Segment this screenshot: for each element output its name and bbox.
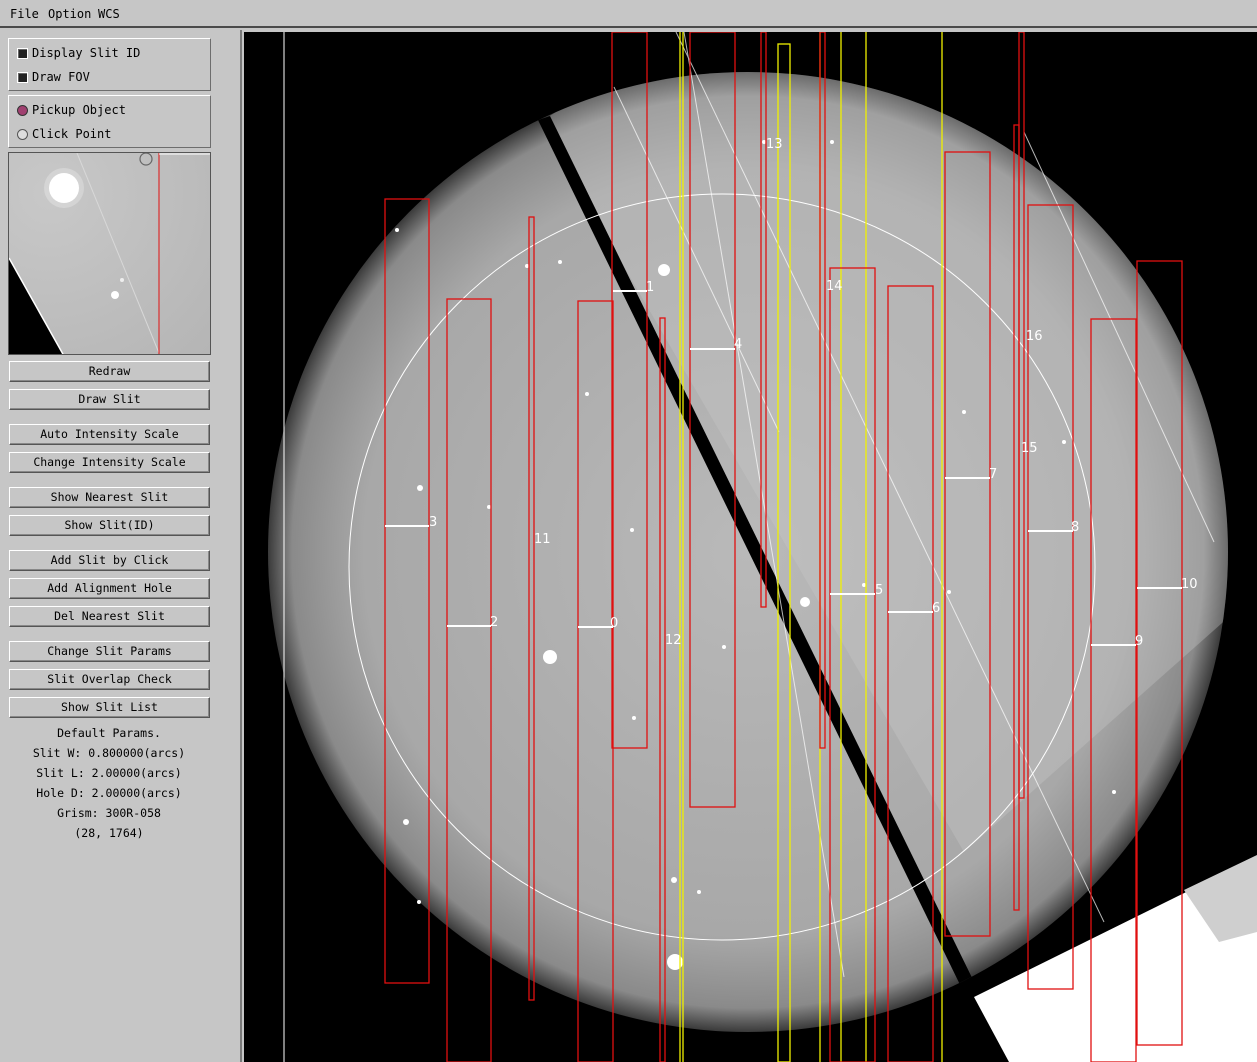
checkbox-icon[interactable] bbox=[17, 47, 28, 59]
change-intensity-scale-button[interactable]: Change Intensity Scale bbox=[9, 452, 210, 473]
slit-label-8: 8 bbox=[1071, 520, 1079, 535]
slit-label-16: 16 bbox=[1026, 329, 1043, 344]
del-nearest-slit-button[interactable]: Del Nearest Slit bbox=[9, 606, 210, 627]
slit-label-10: 10 bbox=[1181, 577, 1198, 592]
slit-overlap-check-button[interactable]: Slit Overlap Check bbox=[9, 669, 210, 690]
display-slit-id-option[interactable]: Display Slit ID bbox=[17, 44, 140, 62]
cursor-coordinates: (28, 1764) bbox=[74, 826, 144, 840]
add-slit-by-click-button[interactable]: Add Slit by Click bbox=[9, 550, 210, 571]
draw-fov-option[interactable]: Draw FOV bbox=[17, 68, 90, 86]
display-options-group: Display Slit ID Draw FOV bbox=[8, 38, 211, 91]
pickup-object-label: Pickup Object bbox=[32, 103, 126, 117]
change-slit-params-button[interactable]: Change Slit Params bbox=[9, 641, 210, 662]
slit-label-1: 1 bbox=[646, 280, 654, 295]
zoom-preview-image bbox=[9, 153, 210, 354]
slit-label-4: 4 bbox=[734, 337, 742, 352]
slit-label-3: 3 bbox=[429, 515, 437, 530]
slit-label-13: 13 bbox=[766, 137, 783, 152]
slit-width-value: Slit W: 0.800000(arcs) bbox=[32, 746, 186, 760]
menu-bar: File Option WCS bbox=[0, 0, 1257, 28]
show-slit-list-button[interactable]: Show Slit List bbox=[9, 697, 210, 718]
hole-diameter-value: Hole D: 2.00000(arcs) bbox=[36, 786, 182, 800]
checkbox-icon[interactable] bbox=[17, 71, 28, 83]
radio-selected-icon[interactable] bbox=[17, 104, 28, 116]
menu-file[interactable]: File bbox=[10, 7, 39, 21]
slit-label-9: 9 bbox=[1135, 634, 1143, 649]
slit-label-14: 14 bbox=[826, 279, 843, 294]
slit-label-0: 0 bbox=[610, 616, 618, 631]
default-params-header: Default Params. bbox=[57, 726, 161, 740]
add-alignment-hole-button[interactable]: Add Alignment Hole bbox=[9, 578, 210, 599]
show-slit-id-button[interactable]: Show Slit(ID) bbox=[9, 515, 210, 536]
click-mode-group: Pickup Object Click Point bbox=[8, 95, 211, 148]
slit-label-5: 5 bbox=[875, 583, 883, 598]
draw-fov-label: Draw FOV bbox=[32, 70, 90, 84]
slit-label-7: 7 bbox=[989, 467, 997, 482]
fits-image-display[interactable]: 0 1 2 3 4 5 6 7 8 9 10 11 12 13 14 15 16 bbox=[244, 32, 1257, 1062]
pickup-object-option[interactable]: Pickup Object bbox=[17, 101, 126, 119]
slit-label-15: 15 bbox=[1021, 441, 1038, 456]
click-point-label: Click Point bbox=[32, 127, 112, 141]
click-point-option[interactable]: Click Point bbox=[17, 125, 111, 143]
grism-value: Grism: 300R-058 bbox=[57, 806, 161, 820]
slit-label-6: 6 bbox=[932, 601, 940, 616]
menu-wcs[interactable]: WCS bbox=[98, 7, 120, 21]
redraw-button[interactable]: Redraw bbox=[9, 361, 210, 382]
show-nearest-slit-button[interactable]: Show Nearest Slit bbox=[9, 487, 210, 508]
slit-label-11: 11 bbox=[534, 532, 551, 547]
auto-intensity-scale-button[interactable]: Auto Intensity Scale bbox=[9, 424, 210, 445]
menu-option[interactable]: Option bbox=[48, 7, 91, 21]
radio-icon[interactable] bbox=[17, 128, 28, 140]
display-slit-id-label: Display Slit ID bbox=[32, 46, 141, 60]
image-canvas[interactable]: 0 1 2 3 4 5 6 7 8 9 10 11 12 13 14 15 16 bbox=[244, 32, 1257, 1062]
draw-slit-button[interactable]: Draw Slit bbox=[9, 389, 210, 410]
slit-length-value: Slit L: 2.00000(arcs) bbox=[36, 766, 182, 780]
slit-label-2: 2 bbox=[490, 615, 498, 630]
slit-label-12: 12 bbox=[665, 633, 682, 648]
zoom-preview bbox=[8, 152, 211, 355]
control-panel: Display Slit ID Draw FOV Pickup Object C… bbox=[0, 30, 242, 1062]
